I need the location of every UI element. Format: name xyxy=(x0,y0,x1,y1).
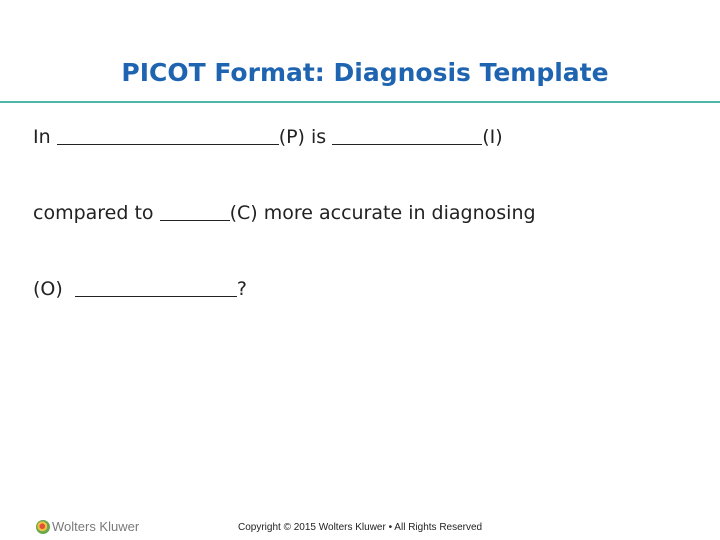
wolters-kluwer-logo: Wolters Kluwer xyxy=(36,519,139,534)
template-line-comparison: compared to (C) more accurate in diagnos… xyxy=(33,199,536,224)
text-segment: (C) more accurate in diagnosing xyxy=(229,202,536,224)
title-divider xyxy=(0,101,720,103)
template-line-population-intervention: In (P) is (I) xyxy=(33,123,503,148)
blank-population xyxy=(56,125,279,145)
blank-intervention xyxy=(332,125,483,145)
template-line-outcome: (O) ? xyxy=(33,275,247,300)
text-segment: ? xyxy=(236,278,247,300)
text-segment: (P) is xyxy=(278,126,333,148)
text-segment: (O) xyxy=(33,278,75,300)
globe-icon xyxy=(36,519,50,534)
slide-title: PICOT Format: Diagnosis Template xyxy=(121,58,609,87)
blank-comparison xyxy=(159,201,230,221)
copyright-notice: Copyright © 2015 Wolters Kluwer • All Ri… xyxy=(238,522,483,533)
blank-outcome xyxy=(74,277,237,297)
text-segment: In xyxy=(33,126,57,148)
text-segment: compared to xyxy=(33,202,160,224)
text-segment: (I) xyxy=(482,126,503,148)
logo-text: Wolters Kluwer xyxy=(52,519,140,534)
